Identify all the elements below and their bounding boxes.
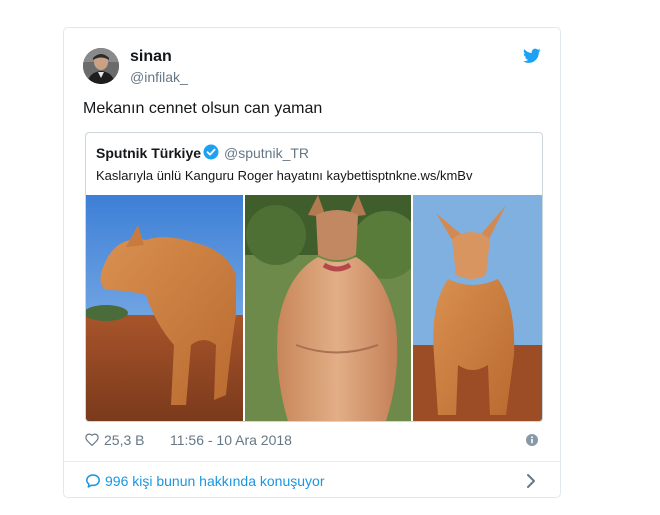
kangaroo-photo-collage[interactable] — [86, 195, 542, 421]
verified-badge-icon — [203, 144, 219, 160]
twitter-bird-icon[interactable] — [523, 48, 541, 64]
chevron-right-icon[interactable] — [526, 473, 536, 489]
cropped-header-text — [150, 0, 230, 3]
info-icon[interactable] — [526, 434, 538, 446]
heart-icon[interactable] — [85, 433, 99, 446]
tweet-card[interactable]: sinan @infilak_ Mekanın cennet olsun can… — [63, 27, 561, 498]
avatar[interactable] — [83, 48, 119, 84]
quoted-author-handle[interactable]: @sputnik_TR — [224, 145, 309, 161]
divider — [64, 461, 560, 462]
tweet-text: Mekanın cennet olsun can yaman — [83, 100, 323, 117]
like-count[interactable]: 25,3 B — [104, 432, 144, 448]
comment-bubble-icon — [86, 474, 100, 488]
conversation-label[interactable]: 996 kişi bunun hakkında konuşuyor — [105, 473, 324, 489]
author-handle[interactable]: @infilak_ — [130, 69, 188, 85]
quoted-text: Kaslarıyla ünlü Kanguru Roger hayatını k… — [96, 168, 473, 183]
author-name[interactable]: sinan — [130, 48, 172, 66]
quoted-author-name[interactable]: Sputnik Türkiye — [96, 145, 201, 161]
quoted-tweet[interactable]: Sputnik Türkiye @sputnik_TR Kaslarıyla ü… — [85, 132, 543, 422]
timestamp[interactable]: 11:56 - 10 Ara 2018 — [170, 432, 292, 448]
